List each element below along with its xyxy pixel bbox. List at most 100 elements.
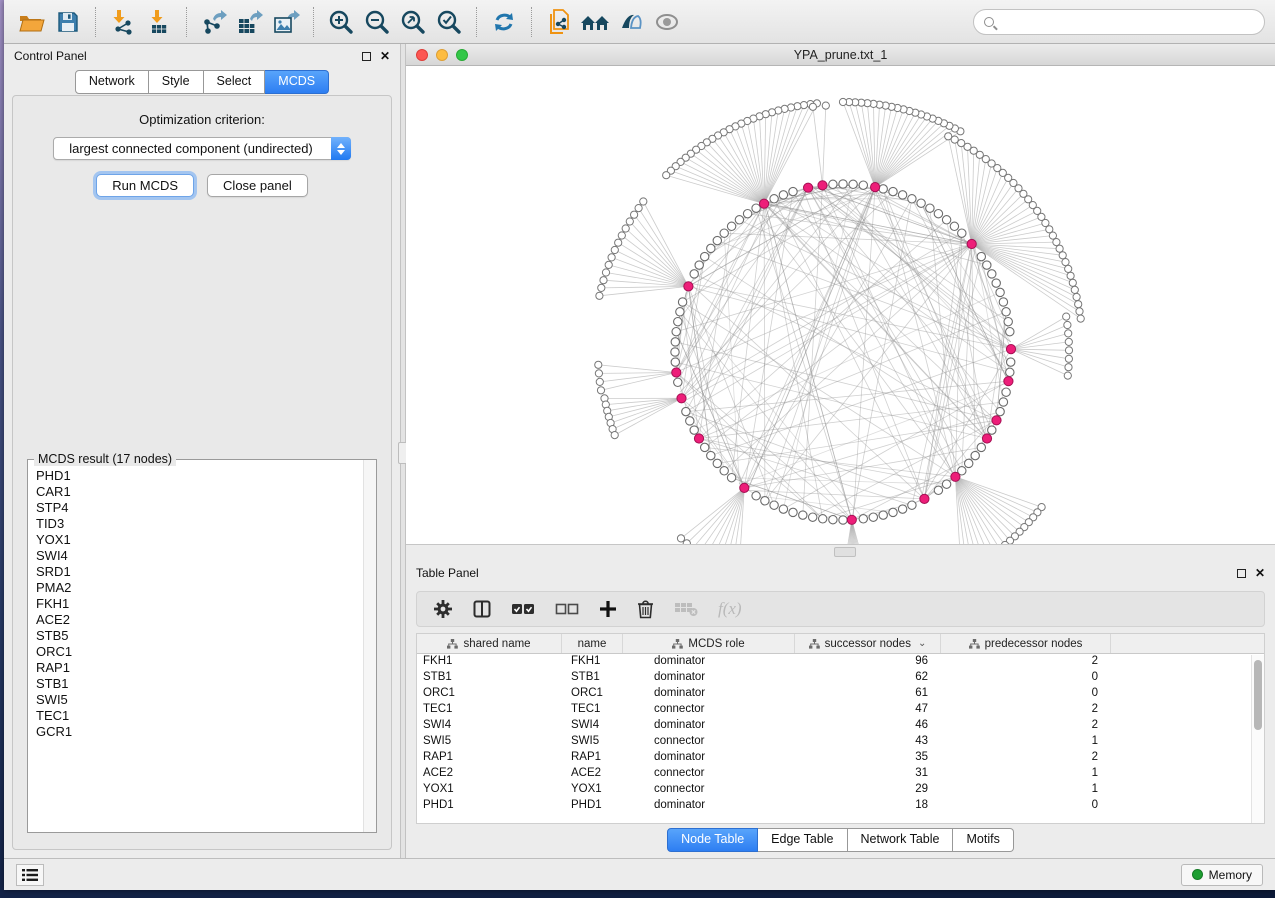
import-table-button[interactable] [141, 5, 177, 39]
ring-node[interactable] [977, 443, 985, 451]
ring-node[interactable] [1006, 328, 1014, 336]
ring-node[interactable] [849, 180, 857, 188]
ring-node[interactable] [707, 451, 715, 459]
tab-select[interactable]: Select [204, 70, 266, 94]
ring-node[interactable] [727, 474, 735, 482]
edge[interactable] [852, 199, 912, 520]
ring-node[interactable] [1004, 318, 1012, 326]
edge[interactable] [600, 373, 677, 382]
ring-node[interactable] [671, 338, 679, 346]
edge[interactable] [676, 166, 764, 204]
table-cell[interactable]: TEC1 [417, 702, 562, 718]
edge[interactable] [875, 119, 933, 188]
export-table-button[interactable] [232, 5, 268, 39]
leaf-node[interactable] [1065, 364, 1072, 371]
leaf-node[interactable] [1065, 347, 1072, 354]
ring-node[interactable] [1002, 308, 1010, 316]
dominator-node[interactable] [677, 394, 686, 403]
table-cell[interactable]: STB1 [417, 670, 562, 686]
splitter-handle[interactable] [834, 547, 856, 557]
edge[interactable] [634, 215, 688, 287]
leaf-node[interactable] [615, 239, 622, 246]
zoom-in-button[interactable] [323, 5, 359, 39]
edge[interactable] [1011, 317, 1066, 350]
edge[interactable] [622, 236, 689, 287]
table-cell[interactable]: TEC1 [562, 702, 623, 718]
ring-node[interactable] [701, 443, 709, 451]
ring-node[interactable] [971, 451, 979, 459]
ring-node[interactable] [926, 204, 934, 212]
window-minimize-icon[interactable] [436, 49, 448, 61]
ring-node[interactable] [879, 511, 887, 519]
leaf-node[interactable] [945, 133, 952, 140]
table-cell[interactable]: SWI5 [417, 734, 562, 750]
column-header-successor-nodes[interactable]: successor nodes⌄ [795, 634, 941, 653]
table-cell[interactable]: 0 [941, 798, 1111, 814]
ring-node[interactable] [934, 486, 942, 494]
column-header-name[interactable]: name [562, 634, 623, 653]
edge[interactable] [676, 373, 822, 519]
ring-node[interactable] [752, 492, 760, 500]
tab-network-table[interactable]: Network Table [848, 828, 954, 852]
leaf-node[interactable] [839, 98, 846, 105]
edge[interactable] [671, 171, 764, 204]
edge[interactable] [693, 488, 745, 544]
ring-node[interactable] [908, 195, 916, 203]
table-cell[interactable]: 2 [941, 654, 1111, 670]
mcds-result-item[interactable]: TID3 [36, 516, 363, 532]
table-scrollbar-thumb[interactable] [1254, 660, 1262, 730]
leaf-node[interactable] [595, 361, 602, 368]
leaf-node[interactable] [1056, 245, 1063, 252]
ring-node[interactable] [958, 229, 966, 237]
tab-motifs[interactable]: Motifs [953, 828, 1013, 852]
mcds-result-item[interactable]: STB5 [36, 628, 363, 644]
table-cell[interactable]: YOX1 [417, 782, 562, 798]
dominator-node[interactable] [871, 183, 880, 192]
table-row[interactable]: YOX1YOX1connector291 [417, 782, 1264, 798]
edge[interactable] [972, 183, 1014, 244]
edge[interactable] [691, 154, 764, 204]
leaf-node[interactable] [1076, 308, 1083, 315]
float-panel-icon[interactable] [362, 52, 371, 61]
leaf-node[interactable] [596, 292, 603, 299]
leaf-node[interactable] [809, 103, 816, 110]
edge[interactable] [764, 105, 804, 204]
window-close-icon[interactable] [416, 49, 428, 61]
table-settings-button[interactable] [433, 599, 453, 619]
table-cell[interactable]: dominator [623, 686, 795, 702]
table-row[interactable]: ORC1ORC1dominator610 [417, 686, 1264, 702]
table-cell[interactable]: 96 [795, 654, 941, 670]
mcds-result-item[interactable]: YOX1 [36, 532, 363, 548]
ring-node[interactable] [690, 426, 698, 434]
edge[interactable] [699, 312, 1006, 439]
ring-node[interactable] [898, 191, 906, 199]
ring-node[interactable] [908, 501, 916, 509]
table-cell[interactable]: RAP1 [417, 750, 562, 766]
leaf-node[interactable] [605, 261, 612, 268]
close-panel-icon[interactable]: ✕ [1255, 569, 1265, 578]
tab-network[interactable]: Network [75, 70, 149, 94]
table-cell[interactable]: FKH1 [562, 654, 623, 670]
mcds-result-item[interactable]: PHD1 [36, 468, 363, 484]
leaf-node[interactable] [1063, 313, 1070, 320]
ring-node[interactable] [889, 187, 897, 195]
ring-node[interactable] [983, 261, 991, 269]
ring-node[interactable] [869, 513, 877, 521]
edge[interactable] [955, 477, 1015, 537]
leaf-node[interactable] [1065, 330, 1072, 337]
ring-node[interactable] [720, 229, 728, 237]
dominator-node[interactable] [951, 472, 960, 481]
window-maximize-icon[interactable] [456, 49, 468, 61]
mcds-result-item[interactable]: PMA2 [36, 580, 363, 596]
table-cell[interactable]: STB1 [562, 670, 623, 686]
table-cell[interactable]: 31 [795, 766, 941, 782]
table-row[interactable]: FKH1FKH1dominator962 [417, 654, 1264, 670]
network-window-titlebar[interactable]: YPA_prune.txt_1 [406, 44, 1275, 66]
edge[interactable] [962, 244, 972, 471]
ring-node[interactable] [779, 191, 787, 199]
leaf-node[interactable] [608, 254, 615, 261]
leaf-node[interactable] [1071, 286, 1078, 293]
delete-column-button[interactable] [637, 599, 654, 619]
table-cell[interactable]: ORC1 [417, 686, 562, 702]
ring-node[interactable] [1006, 368, 1014, 376]
